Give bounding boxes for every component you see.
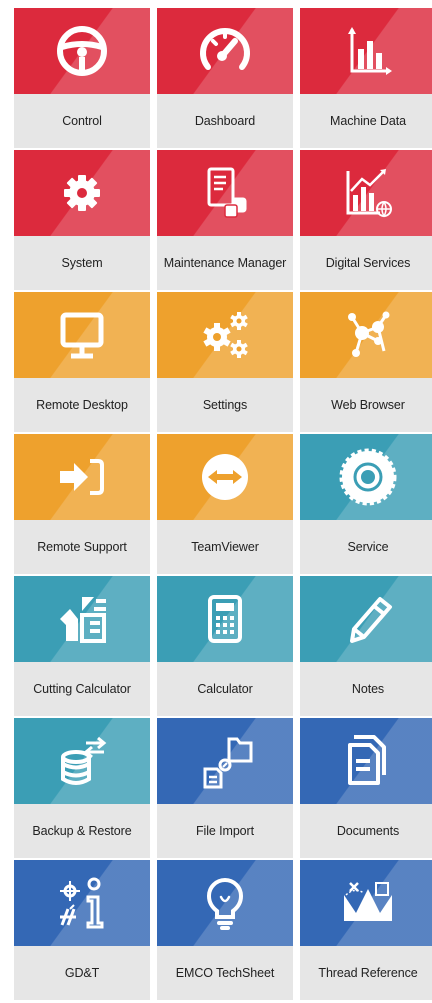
teamviewer-icon — [195, 447, 255, 507]
documents-icon — [338, 731, 398, 791]
tile-emco-techsheet[interactable]: EMCO TechSheet — [157, 860, 293, 1000]
lightbulb-icon — [195, 873, 255, 933]
tile-label: Calculator — [197, 682, 253, 696]
tile-thread-reference[interactable]: Thread Reference — [300, 860, 432, 1000]
tile-label: Documents — [336, 824, 400, 838]
tile-settings[interactable]: Settings — [157, 292, 293, 432]
tile-teamviewer[interactable]: TeamViewer — [157, 434, 293, 574]
monitor-icon — [52, 305, 112, 365]
tile-remote-support[interactable]: Remote Support — [14, 434, 150, 574]
network-nodes-icon — [338, 305, 398, 365]
tile-label: EMCO TechSheet — [175, 966, 275, 980]
tile-backup-restore[interactable]: Backup & Restore — [14, 718, 150, 858]
tile-label: Backup & Restore — [32, 824, 132, 838]
tile-label: Control — [62, 114, 102, 128]
tile-machine-data[interactable]: Machine Data — [300, 8, 432, 148]
tile-label: Thread Reference — [318, 966, 418, 980]
tile-label: TeamViewer — [191, 540, 259, 554]
tile-gdt[interactable]: GD&T — [14, 860, 150, 1000]
tile-calculator[interactable]: Calculator — [157, 576, 293, 716]
tile-label: Cutting Calculator — [33, 682, 131, 696]
tile-label: Machine Data — [330, 114, 406, 128]
pencil-icon — [338, 589, 398, 649]
tile-documents[interactable]: Documents — [300, 718, 432, 858]
tile-label: Maintenance Manager — [163, 256, 287, 270]
gdt-info-icon — [52, 873, 112, 933]
tile-file-import[interactable]: File Import — [157, 718, 293, 858]
tile-label: Notes — [351, 682, 385, 696]
calculator-icon — [195, 589, 255, 649]
tile-label: GD&T — [64, 966, 100, 980]
tile-label: Remote Desktop — [36, 398, 128, 412]
tile-label: Service — [347, 540, 389, 554]
tile-label: Settings — [202, 398, 248, 412]
cog-wheel-icon — [338, 447, 398, 507]
maintenance-checklist-icon — [195, 163, 255, 223]
tile-control[interactable]: Control — [14, 8, 150, 148]
tile-dashboard[interactable]: Dashboard — [157, 8, 293, 148]
tile-label: Web Browser — [331, 398, 405, 412]
tile-label: System — [61, 256, 103, 270]
tile-service[interactable]: Service — [300, 434, 432, 574]
database-sync-icon — [52, 731, 112, 791]
speedometer-icon — [195, 21, 255, 81]
tile-label: File Import — [196, 824, 254, 838]
tile-maintenance-manager[interactable]: Maintenance Manager — [157, 150, 293, 290]
tile-notes[interactable]: Notes — [300, 576, 432, 716]
bar-chart-icon — [338, 21, 398, 81]
file-import-icon — [195, 731, 255, 791]
digital-chart-globe-icon — [338, 163, 398, 223]
thread-profile-icon — [338, 873, 398, 933]
tile-label: Dashboard — [194, 114, 256, 128]
tile-cutting-calculator[interactable]: Cutting Calculator — [14, 576, 150, 716]
tile-web-browser[interactable]: Web Browser — [300, 292, 432, 432]
tile-digital-services[interactable]: Digital Services — [300, 150, 432, 290]
gears-icon — [195, 305, 255, 365]
tile-label: Digital Services — [325, 256, 411, 270]
gear-icon — [52, 163, 112, 223]
tile-system[interactable]: System — [14, 150, 150, 290]
steering-wheel-icon — [52, 21, 112, 81]
tile-label: Remote Support — [37, 540, 127, 554]
sign-in-arrow-icon — [52, 447, 112, 507]
cutting-tool-icon — [52, 589, 112, 649]
tile-remote-desktop[interactable]: Remote Desktop — [14, 292, 150, 432]
